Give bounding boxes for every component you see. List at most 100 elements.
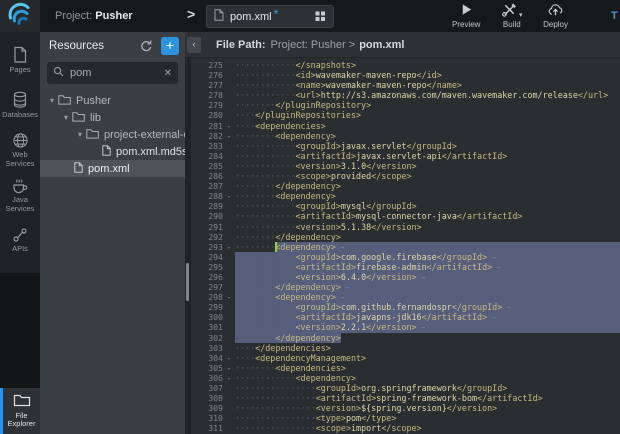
code-line-content[interactable]: ············<version>3.1.0</version> xyxy=(235,161,620,171)
clear-search-icon[interactable]: ✕ xyxy=(164,68,172,79)
code-line[interactable]: 280····</pluginRepositories> xyxy=(191,110,620,120)
code-line-content[interactable]: ············<url>http://s3.amazonaws.com… xyxy=(235,90,620,100)
code-line[interactable]: 307················<groupId>org.springfr… xyxy=(191,383,620,393)
code-line-content[interactable]: ············<groupId>mysql</groupId> xyxy=(235,201,620,211)
code-line[interactable]: 285············<version>3.1.0</version> xyxy=(191,161,620,171)
truncated-right-label[interactable]: T xyxy=(611,10,618,22)
code-line[interactable]: 304-····<dependencyManagement> xyxy=(191,353,620,363)
code-line[interactable]: 310················<type>pom</type> xyxy=(191,413,620,423)
fold-marker-icon[interactable]: - xyxy=(223,373,235,383)
code-line[interactable]: 291············<version>5.1.38</version> xyxy=(191,222,620,232)
code-line-content[interactable]: ····<dependencies> xyxy=(235,121,620,131)
code-line-content[interactable]: ············<groupId>com.google.firebase… xyxy=(235,252,620,262)
code-line[interactable]: 279········</pluginRepository> xyxy=(191,100,620,110)
collapse-panel-button[interactable]: ‹ xyxy=(187,37,201,53)
code-line-content[interactable]: ················<type>pom</type> xyxy=(235,413,620,423)
code-line-content[interactable]: ········<dependencies> xyxy=(235,363,620,373)
code-line-content[interactable]: ············<artifactId>javax.servlet-ap… xyxy=(235,151,620,161)
code-line[interactable]: 295············<artifactId>firebase-admi… xyxy=(191,262,620,272)
tree-item-pom.xml[interactable]: pom.xml xyxy=(40,160,185,177)
code-line-content[interactable]: ············<version>2.2.1</version> ¬ xyxy=(235,322,620,332)
wavemaker-logo[interactable] xyxy=(0,0,40,32)
code-line[interactable]: 308················<artifactId>spring-fr… xyxy=(191,393,620,403)
code-line[interactable]: 296············<version>6.4.0</version> … xyxy=(191,272,620,282)
code-editor[interactable]: 275············</snapshots>276··········… xyxy=(185,58,620,434)
code-line[interactable]: 299············<groupId>com.github.ferna… xyxy=(191,302,620,312)
fold-marker-icon[interactable]: - xyxy=(223,363,235,373)
add-resource-button[interactable]: + xyxy=(161,37,179,55)
code-line[interactable]: 297········</dependency> ¬ xyxy=(191,282,620,292)
code-line-content[interactable]: ············<artifactId>javapns-jdk16</a… xyxy=(235,312,620,322)
code-line[interactable]: 294············<groupId>com.google.fireb… xyxy=(191,252,620,262)
code-line[interactable]: 305-········<dependencies> xyxy=(191,363,620,373)
code-line-content[interactable]: ············<version>5.1.38</version> xyxy=(235,222,620,232)
code-line[interactable]: 283············<groupId>javax.servlet</g… xyxy=(191,141,620,151)
code-line[interactable]: 286············<scope>provided</scope> xyxy=(191,171,620,181)
code-line[interactable]: 287········</dependency> xyxy=(191,181,620,191)
code-line-content[interactable]: ········</dependency> xyxy=(235,333,620,343)
code-line-content[interactable]: ····</dependencies> xyxy=(235,343,620,353)
code-line[interactable]: 275············</snapshots> xyxy=(191,60,620,70)
code-line-content[interactable]: ············<groupId>javax.servlet</grou… xyxy=(235,141,620,151)
code-line-content[interactable]: ············<artifactId>firebase-admin</… xyxy=(235,262,620,272)
code-line-content[interactable]: ············<scope>provided</scope> xyxy=(235,171,620,181)
code-line-content[interactable]: ················<scope>import</scope> xyxy=(235,423,620,433)
tree-item-pom.xml.md5sum[interactable]: pom.xml.md5sum xyxy=(40,143,185,160)
fold-marker-icon[interactable]: - xyxy=(223,242,235,252)
fold-marker-icon[interactable]: - xyxy=(223,121,235,131)
tree-item-project-external-dependencies[interactable]: ▾project-external-dependencies xyxy=(40,126,185,143)
search-input[interactable] xyxy=(68,66,160,80)
code-line-content[interactable]: ········<dependency> xyxy=(235,131,620,141)
action-build-button[interactable]: ▾Build xyxy=(501,2,523,29)
tab-pom-xml[interactable]: pom.xml * xyxy=(206,5,334,28)
code-line[interactable]: 289············<groupId>mysql</groupId> xyxy=(191,201,620,211)
refresh-icon[interactable] xyxy=(137,38,153,54)
code-line-content[interactable]: ············<groupId>com.github.fernando… xyxy=(235,302,620,312)
code-line-content[interactable]: ················<version>${spring.versio… xyxy=(235,403,620,413)
code-line[interactable]: 293-········<dependency> ¬ xyxy=(191,242,620,252)
code-line-content[interactable]: ················<artifactId>spring-frame… xyxy=(235,393,620,403)
sidebar-item-java-services[interactable]: Java Services xyxy=(0,173,40,218)
sidebar-item-pages[interactable]: Pages xyxy=(0,38,40,83)
tree-item-lib[interactable]: ▾lib xyxy=(40,109,185,126)
sidebar-item-file-explorer[interactable]: File Explorer xyxy=(0,388,40,434)
scrollbar-thumb[interactable] xyxy=(186,263,189,301)
tree-item-pusher[interactable]: ▾Pusher xyxy=(40,92,185,109)
code-line-content[interactable]: ············<name>wavemaker-maven-repo</… xyxy=(235,80,620,90)
code-line[interactable]: 290············<artifactId>mysql-connect… xyxy=(191,211,620,221)
fold-marker-icon[interactable]: - xyxy=(223,131,235,141)
code-line-content[interactable]: ········</pluginRepository> xyxy=(235,100,620,110)
code-line-content[interactable]: ············<id>wavemaker-maven-repo</id… xyxy=(235,70,620,80)
code-line[interactable]: 306-············<dependency> xyxy=(191,373,620,383)
code-line-content[interactable]: ········</dependency> xyxy=(235,181,620,191)
code-line[interactable]: 281-····<dependencies> xyxy=(191,121,620,131)
grid-icon[interactable] xyxy=(315,11,326,22)
code-line[interactable]: 301············<version>2.2.1</version> … xyxy=(191,322,620,332)
sidebar-item-apis[interactable]: APIs xyxy=(0,218,40,263)
code-line[interactable]: 278············<url>http://s3.amazonaws.… xyxy=(191,90,620,100)
code-line-content[interactable]: ········<dependency> xyxy=(235,191,620,201)
code-line[interactable]: 309················<version>${spring.ver… xyxy=(191,403,620,413)
fold-marker-icon[interactable]: - xyxy=(223,292,235,302)
fold-marker-icon[interactable]: - xyxy=(223,191,235,201)
caret-down-icon[interactable]: ▾ xyxy=(74,130,86,139)
code-line-content[interactable]: ············</snapshots> xyxy=(235,60,620,70)
code-line-content[interactable]: ············<artifactId>mysql-connector-… xyxy=(235,211,620,221)
code-line[interactable]: 284············<artifactId>javax.servlet… xyxy=(191,151,620,161)
code-line[interactable]: 303····</dependencies> xyxy=(191,343,620,353)
code-line[interactable]: 282-········<dependency> xyxy=(191,131,620,141)
code-line[interactable]: 288-········<dependency> xyxy=(191,191,620,201)
sidebar-item-web-services[interactable]: Web Services xyxy=(0,128,40,173)
action-deploy-button[interactable]: Deploy xyxy=(543,2,568,29)
code-line[interactable]: 298-········<dependency> ¬ xyxy=(191,292,620,302)
code-line[interactable]: 311················<scope>import</scope> xyxy=(191,423,620,433)
code-line-content[interactable]: ········<dependency> ¬ xyxy=(235,292,620,302)
code-line-content[interactable]: ········</dependency> xyxy=(235,232,620,242)
code-line[interactable]: 292········</dependency> xyxy=(191,232,620,242)
code-line-content[interactable]: ················<groupId>org.springframe… xyxy=(235,383,620,393)
code-line-content[interactable]: ············<dependency> xyxy=(235,373,620,383)
caret-down-icon[interactable]: ▾ xyxy=(60,113,72,122)
code-line-content[interactable]: ····<dependencyManagement> xyxy=(235,353,620,363)
code-line-content[interactable]: ········</dependency> ¬ xyxy=(235,282,620,292)
sidebar-item-databases[interactable]: Databases xyxy=(0,83,40,128)
